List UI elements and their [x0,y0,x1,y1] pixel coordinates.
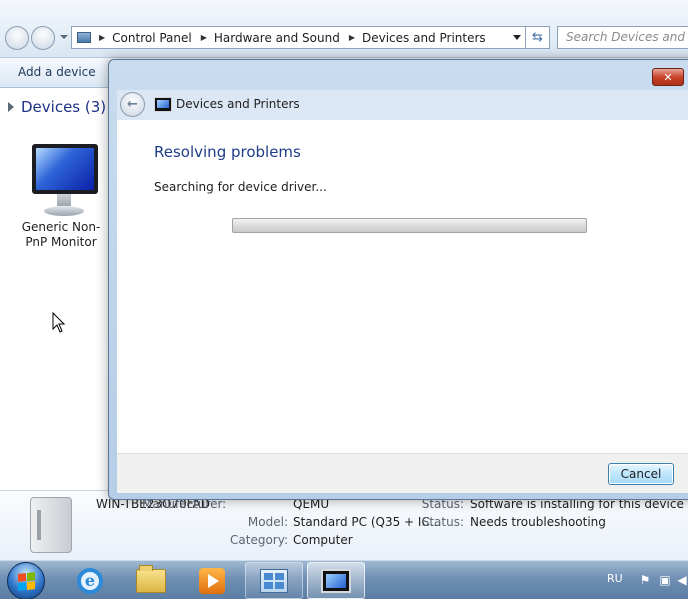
chevron-right-icon[interactable]: ▶ [99,33,105,42]
taskbar: e RU ⚑ ▣ ◀ [0,560,688,599]
troubleshoot-dialog: ✕ ← Devices and Printers Resolving probl… [108,59,688,500]
model-label: Model: [247,515,288,529]
devices-and-printers-icon [154,97,172,112]
details-pane: WIN-TBE23O70FAD Manufacturer: QEMU Model… [0,490,688,560]
add-device-button[interactable]: Add a device [18,65,96,79]
devices-group-title: Devices (3) [21,98,107,116]
devices-and-printers-icon [321,568,351,593]
status-label: Status: [421,515,464,529]
taskbar-control-panel[interactable] [245,562,303,599]
mouse-cursor-icon [52,312,66,333]
back-nav-button[interactable] [5,26,29,50]
page-title: Resolving problems [154,143,301,161]
control-panel-icon [260,568,288,593]
search-input[interactable]: Search Devices and Printers [557,26,688,49]
windows-logo-icon [17,571,35,591]
computer-tower-icon [30,497,72,553]
taskbar-windows-explorer[interactable] [122,562,180,599]
network-icon[interactable]: ▣ [658,573,672,587]
breadcrumb-control-panel[interactable]: Control Panel [112,31,192,45]
device-label-monitor[interactable]: Generic Non-PnP Monitor [14,220,108,250]
internet-explorer-icon: e [77,567,103,594]
taskbar-media-player[interactable] [183,562,241,599]
refresh-button[interactable]: ⇆ [526,26,550,49]
dialog-header: ← Devices and Printers [117,90,688,120]
start-button[interactable] [7,562,45,599]
devices-group-header[interactable]: Devices (3) [8,98,106,116]
dialog-body: Resolving problems Searching for device … [117,120,688,453]
category-label: Category: [230,533,288,547]
breadcrumb-hardware-and-sound[interactable]: Hardware and Sound [214,31,340,45]
status-value-troubleshooting: Needs troubleshooting [470,515,606,529]
breadcrumb-devices-and-printers[interactable]: Devices and Printers [362,31,486,45]
media-player-icon [199,567,225,594]
cancel-button[interactable]: Cancel [608,463,674,485]
taskbar-internet-explorer[interactable]: e [61,562,119,599]
volume-icon[interactable]: ◀ [675,573,688,587]
language-indicator[interactable]: RU [607,572,623,585]
category-value: Computer [293,533,353,547]
status-text: Searching for device driver... [154,180,327,194]
chevron-right-icon[interactable]: ▶ [349,33,355,42]
close-button[interactable]: ✕ [652,68,684,86]
action-center-flag-icon[interactable]: ⚑ [638,573,652,587]
chevron-right-icon[interactable]: ▶ [201,33,207,42]
dialog-footer: Cancel [117,453,688,493]
progress-bar [232,218,587,233]
control-panel-icon [77,32,91,43]
taskbar-devices-and-printers[interactable] [307,562,365,599]
address-bar[interactable]: ▶ Control Panel ▶ Hardware and Sound ▶ D… [71,26,526,49]
folder-icon [136,564,166,593]
monitor-icon[interactable] [30,144,98,218]
address-toolbar: ▶ Control Panel ▶ Hardware and Sound ▶ D… [0,0,688,58]
forward-nav-button[interactable] [31,26,55,50]
address-dropdown-icon[interactable] [513,35,521,40]
collapse-triangle-icon[interactable] [8,102,14,112]
back-arrow-button[interactable]: ← [120,92,145,117]
dialog-header-title: Devices and Printers [176,97,300,111]
recent-pages-dropdown-icon[interactable] [60,35,68,39]
